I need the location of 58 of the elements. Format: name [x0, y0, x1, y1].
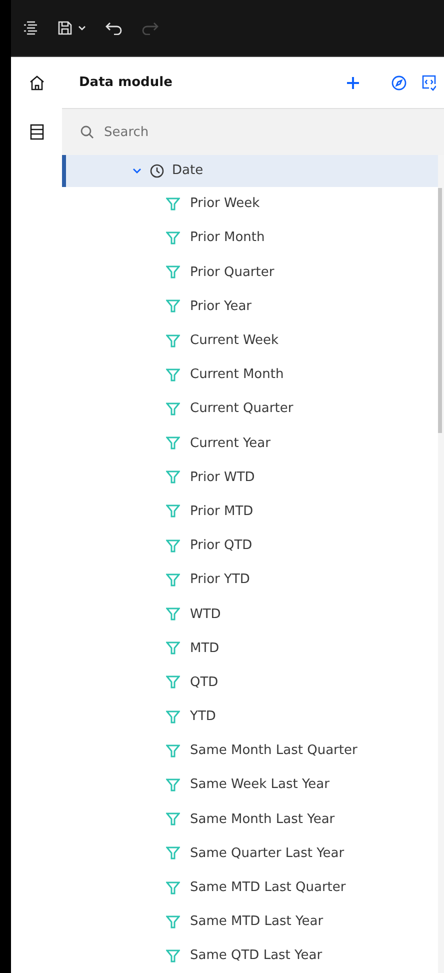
filter-icon	[166, 402, 180, 416]
chevron-icon[interactable]	[132, 166, 142, 176]
panel-title: Data module	[79, 75, 174, 90]
tree-item[interactable]: Same Week Last Year	[62, 768, 438, 802]
filter-icon	[166, 572, 180, 587]
filter-icon	[166, 675, 180, 690]
filter-icon	[166, 299, 180, 314]
filter-icon	[166, 710, 180, 724]
tree-item[interactable]: QTD	[62, 665, 438, 700]
tree-node[interactable]: Date	[62, 155, 438, 187]
tree-item[interactable]: Same QTD Last Year	[62, 938, 438, 973]
tree-item[interactable]: MTD	[62, 631, 438, 666]
tree-item[interactable]: WTD	[62, 596, 438, 632]
filter-icon	[166, 948, 180, 963]
filter-icon	[166, 641, 180, 656]
filter-icon	[166, 470, 180, 484]
caret-icon[interactable]	[77, 23, 87, 33]
tree-item[interactable]: Same Quarter Last Year	[62, 836, 438, 870]
filter-icon	[166, 846, 180, 860]
tree-item[interactable]: Same MTD Last Quarter	[62, 870, 438, 905]
filter-icon	[166, 436, 180, 450]
filter-icon	[166, 230, 180, 245]
tree-item[interactable]: Same Month Last Quarter	[62, 734, 438, 768]
tree-item[interactable]: Prior Month	[62, 220, 438, 256]
menu-icon[interactable]	[23, 20, 39, 36]
filter-icon	[166, 744, 180, 758]
tree-item[interactable]: Prior QTD	[62, 528, 438, 563]
filter-icon	[166, 880, 180, 895]
filter-icon	[166, 778, 180, 792]
search-bar[interactable]: Search	[62, 109, 444, 155]
filter-icon	[166, 265, 180, 280]
tree-item[interactable]: Prior Year	[62, 289, 438, 324]
filter-icon	[166, 368, 180, 382]
tree-item[interactable]: Same Month Last Year	[62, 802, 438, 836]
filter-icon	[166, 812, 180, 826]
tree-item[interactable]: Prior YTD	[62, 562, 438, 597]
save-button[interactable]	[57, 20, 87, 36]
plus-icon[interactable]	[346, 76, 360, 90]
tree-item[interactable]: Prior WTD	[62, 460, 438, 494]
filter-icon	[166, 196, 180, 211]
search-field[interactable]: Search	[102, 124, 444, 140]
tree-item[interactable]: YTD	[62, 700, 438, 734]
filter-icon	[166, 504, 180, 518]
undo-button[interactable]	[105, 21, 123, 35]
filter-icon	[166, 538, 180, 553]
tree-item[interactable]: Same MTD Last Year	[62, 904, 438, 939]
tree-item[interactable]: Prior MTD	[62, 494, 438, 529]
filter-icon	[166, 914, 180, 929]
tree-item[interactable]: Prior Quarter	[62, 255, 438, 290]
clock-icon	[150, 164, 164, 178]
tree-item[interactable]: Current Month	[62, 358, 438, 392]
tree-item[interactable]: Current Week	[62, 323, 438, 358]
search-icon	[80, 125, 94, 139]
filter-icon	[166, 607, 180, 622]
tree-item[interactable]: Current Year	[62, 426, 438, 460]
tree-item[interactable]: Prior Week	[62, 186, 438, 221]
filter-icon	[166, 334, 180, 348]
tree-item[interactable]: Current Quarter	[62, 392, 438, 426]
